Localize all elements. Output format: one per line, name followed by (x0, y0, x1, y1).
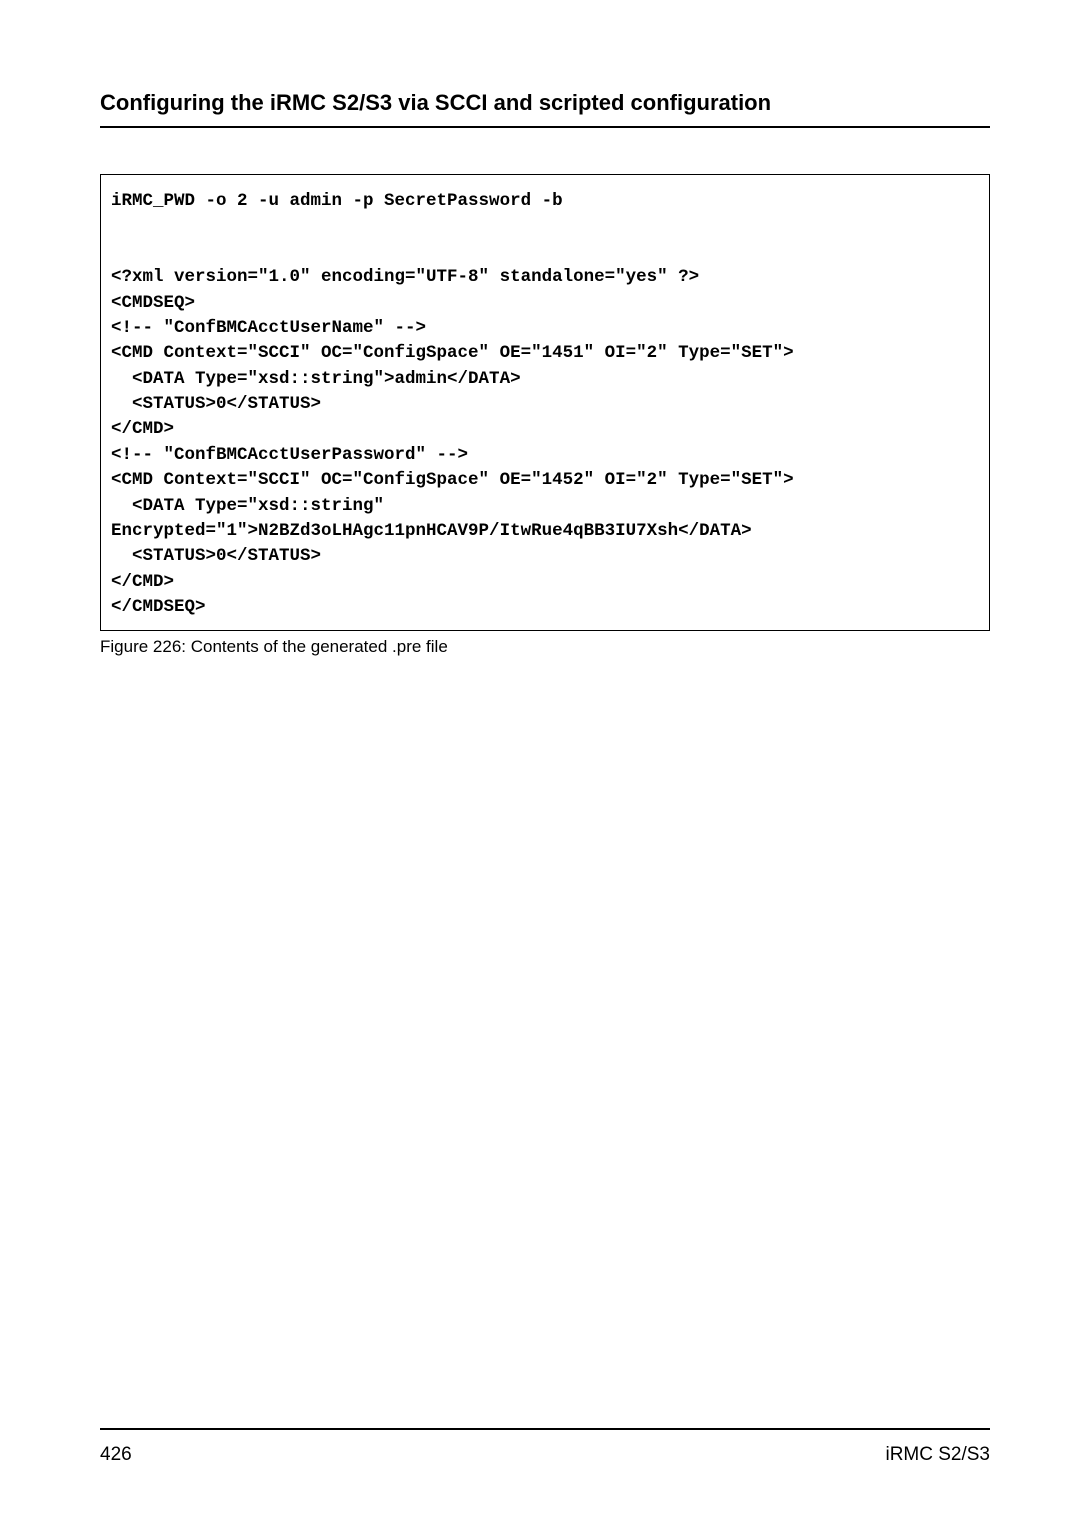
code-line: <CMD Context="SCCI" OC="ConfigSpace" OE=… (111, 343, 794, 363)
footer-row: 426 iRMC S2/S3 (100, 1444, 990, 1466)
page-footer: 426 iRMC S2/S3 (100, 1428, 990, 1466)
code-line: <STATUS>0</STATUS> (111, 394, 321, 414)
code-line: <?xml version="1.0" encoding="UTF-8" sta… (111, 267, 699, 287)
page-header-title: Configuring the iRMC S2/S3 via SCCI and … (100, 90, 990, 116)
code-line: </CMDSEQ> (111, 597, 206, 617)
footer-divider (100, 1428, 990, 1430)
code-line: iRMC_PWD -o 2 -u admin -p SecretPassword… (111, 191, 563, 211)
code-line: <DATA Type="xsd::string" (111, 496, 395, 516)
page-number: 426 (100, 1444, 132, 1466)
code-line: </CMD> (111, 572, 174, 592)
code-line: <DATA Type="xsd::string">admin</DATA> (111, 369, 521, 389)
code-listing-box: iRMC_PWD -o 2 -u admin -p SecretPassword… (100, 174, 990, 631)
header-divider (100, 126, 990, 128)
code-line: <!-- "ConfBMCAcctUserPassword" --> (111, 445, 468, 465)
code-line: Encrypted="1">N2BZd3oLHAgc11pnHCAV9P/Itw… (111, 521, 752, 541)
code-line: <CMDSEQ> (111, 293, 195, 313)
code-line: <CMD Context="SCCI" OC="ConfigSpace" OE=… (111, 470, 794, 490)
document-name: iRMC S2/S3 (885, 1444, 990, 1466)
figure-caption: Figure 226: Contents of the generated .p… (100, 637, 990, 657)
code-line: <!-- "ConfBMCAcctUserName" --> (111, 318, 426, 338)
code-line: <STATUS>0</STATUS> (111, 546, 321, 566)
code-line: </CMD> (111, 419, 174, 439)
